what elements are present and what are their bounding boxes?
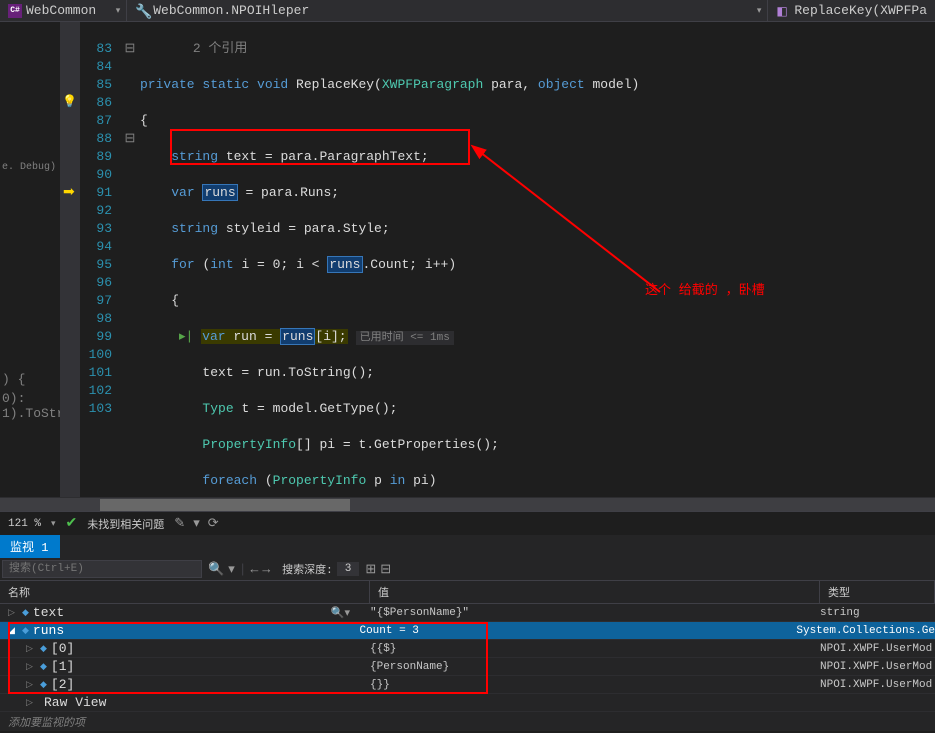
status-text: 未找到相关问题	[87, 516, 164, 532]
nav-right-icon[interactable]: →	[262, 562, 270, 577]
watch-tab[interactable]: 监视 1	[0, 535, 60, 558]
expand-icon[interactable]: ▷	[26, 662, 36, 672]
watch-value: {{$}	[370, 643, 820, 655]
variable-icon: ◆	[40, 644, 47, 654]
context-text: ) { 0): 1).ToStr	[2, 372, 60, 421]
tool-icon[interactable]: ⊞	[365, 562, 376, 577]
watch-value: "{$PersonName}"	[370, 607, 820, 619]
watch-name: runs	[33, 623, 64, 638]
breadcrumb-method[interactable]: ◧ ReplaceKey(XWPFPa	[767, 0, 935, 21]
col-name[interactable]: 名称	[0, 581, 370, 603]
variable-icon: ◆	[22, 626, 29, 636]
dropdown-icon[interactable]: ▾	[51, 519, 56, 529]
watch-search-input[interactable]	[2, 560, 202, 578]
lightbulb-icon[interactable]: 💡	[62, 94, 77, 109]
breadcrumb-class[interactable]: 🔧 WebCommon.NPOIHleper ▾	[126, 0, 767, 21]
expand-icon[interactable]: ▷	[26, 698, 36, 708]
watch-row[interactable]: ▷ ◆ [1] {PersonName}NPOI.XWPF.UserMod	[0, 658, 935, 676]
watch-rows: ▷ ◆ text 🔍▾ "{$PersonName}"string ◢ ◆ runs Count…	[0, 604, 935, 712]
col-type[interactable]: 类型	[820, 581, 935, 603]
codelens-references[interactable]: 2 个引用	[140, 40, 935, 58]
watch-row[interactable]: ▷ ◆ [0] {{$}NPOI.XWPF.UserMod	[0, 640, 935, 658]
zoom-level[interactable]: 121 %	[8, 518, 41, 530]
watch-type: NPOI.XWPF.UserMod	[820, 679, 935, 691]
code-editor[interactable]: 2 个引用 private static void ReplaceKey(XWP…	[140, 22, 935, 497]
watch-type: string	[820, 607, 935, 619]
line-numbers: 8384858687888990919293949596979899100101…	[80, 22, 120, 497]
breadcrumb-class-label: WebCommon.NPOIHleper	[153, 3, 309, 18]
watch-row[interactable]: ▷ Raw View	[0, 694, 935, 712]
status-bar: 121 % ▾ ✔ 未找到相关问题 ✎ ▾ ⟳	[0, 511, 935, 535]
col-value[interactable]: 值	[370, 581, 820, 603]
perf-hint: 已用时间 <= 1ms	[356, 331, 454, 345]
fold-gutter[interactable]: ⊟⊟	[120, 22, 140, 497]
expand-icon[interactable]: ▷	[26, 680, 36, 690]
watch-search-bar: 🔍 ▾ | ← → 搜索深度: 3 ⊞⊟	[0, 558, 935, 581]
execution-arrow-icon: ➡	[63, 184, 75, 201]
breadcrumb-project-label: WebCommon	[26, 3, 96, 18]
context-text: e. Debug)	[2, 162, 56, 173]
chevron-down-icon: ▾	[116, 6, 121, 16]
breadcrumb-bar: C# WebCommon ▾ 🔧 WebCommon.NPOIHleper ▾ …	[0, 0, 935, 22]
horizontal-scrollbar[interactable]	[0, 497, 935, 511]
tool-icon[interactable]: ▾	[193, 516, 200, 531]
watch-panel: 监视 1 🔍 ▾ | ← → 搜索深度: 3 ⊞⊟ 名称 值 类型 ▷◆text…	[0, 535, 935, 731]
nav-left-icon[interactable]: ←	[251, 562, 259, 577]
watch-name: text	[33, 605, 64, 620]
status-tools: ✎ ▾ ⟳	[174, 516, 218, 531]
watch-type: System.Collections.Ge	[796, 625, 935, 637]
expand-icon[interactable]: ◢	[8, 626, 18, 636]
watch-header: 名称 值 类型	[0, 581, 935, 604]
breadcrumb-project[interactable]: C# WebCommon ▾	[0, 0, 126, 21]
watch-name: Raw View	[44, 695, 106, 710]
watch-name: [0]	[51, 641, 74, 656]
watch-type: NPOI.XWPF.UserMod	[820, 661, 935, 673]
check-icon: ✔	[66, 515, 78, 532]
expand-icon[interactable]: ▷	[26, 644, 36, 654]
expand-icon[interactable]: ▷	[8, 608, 18, 618]
annotation-text: 这个 给截的 ，卧槽	[645, 282, 765, 300]
watch-row[interactable]: ◢ ◆ runs Count = 3System.Collections.Ge	[0, 622, 935, 640]
add-watch-item[interactable]: 添加要监视的项	[0, 712, 935, 732]
method-icon: ◧	[776, 4, 790, 18]
chevron-down-icon: ▾	[757, 6, 762, 16]
variable-icon: ◆	[22, 608, 29, 618]
variable-icon: ◆	[40, 680, 47, 690]
left-gutter: e. Debug) ) { 0): 1).ToStr	[0, 22, 60, 497]
class-icon: 🔧	[135, 4, 149, 18]
watch-row[interactable]: ▷ ◆ text 🔍▾ "{$PersonName}"string	[0, 604, 935, 622]
watch-name: [1]	[51, 659, 74, 674]
breadcrumb-method-label: ReplaceKey(XWPFPa	[794, 3, 927, 18]
dropdown-icon[interactable]: ▾	[228, 562, 235, 577]
watch-value: {}}	[370, 679, 820, 691]
tool-icon[interactable]: ⟳	[208, 516, 219, 531]
visualizer-icon[interactable]: 🔍▾	[331, 606, 350, 620]
watch-type: NPOI.XWPF.UserMod	[820, 643, 935, 655]
watch-name: [2]	[51, 677, 74, 692]
tool-icon[interactable]: ✎	[174, 516, 185, 531]
csharp-icon: C#	[8, 4, 22, 18]
watch-value: {PersonName}	[370, 661, 820, 673]
search-icon[interactable]: 🔍	[208, 562, 224, 577]
scrollbar-thumb[interactable]	[100, 499, 350, 511]
watch-value: Count = 3	[359, 625, 796, 637]
depth-label: 搜索深度:	[282, 561, 333, 577]
watch-row[interactable]: ▷ ◆ [2] {}}NPOI.XWPF.UserMod	[0, 676, 935, 694]
tool-icon[interactable]: ⊟	[380, 562, 391, 577]
variable-icon: ◆	[40, 662, 47, 672]
depth-value[interactable]: 3	[337, 562, 360, 576]
